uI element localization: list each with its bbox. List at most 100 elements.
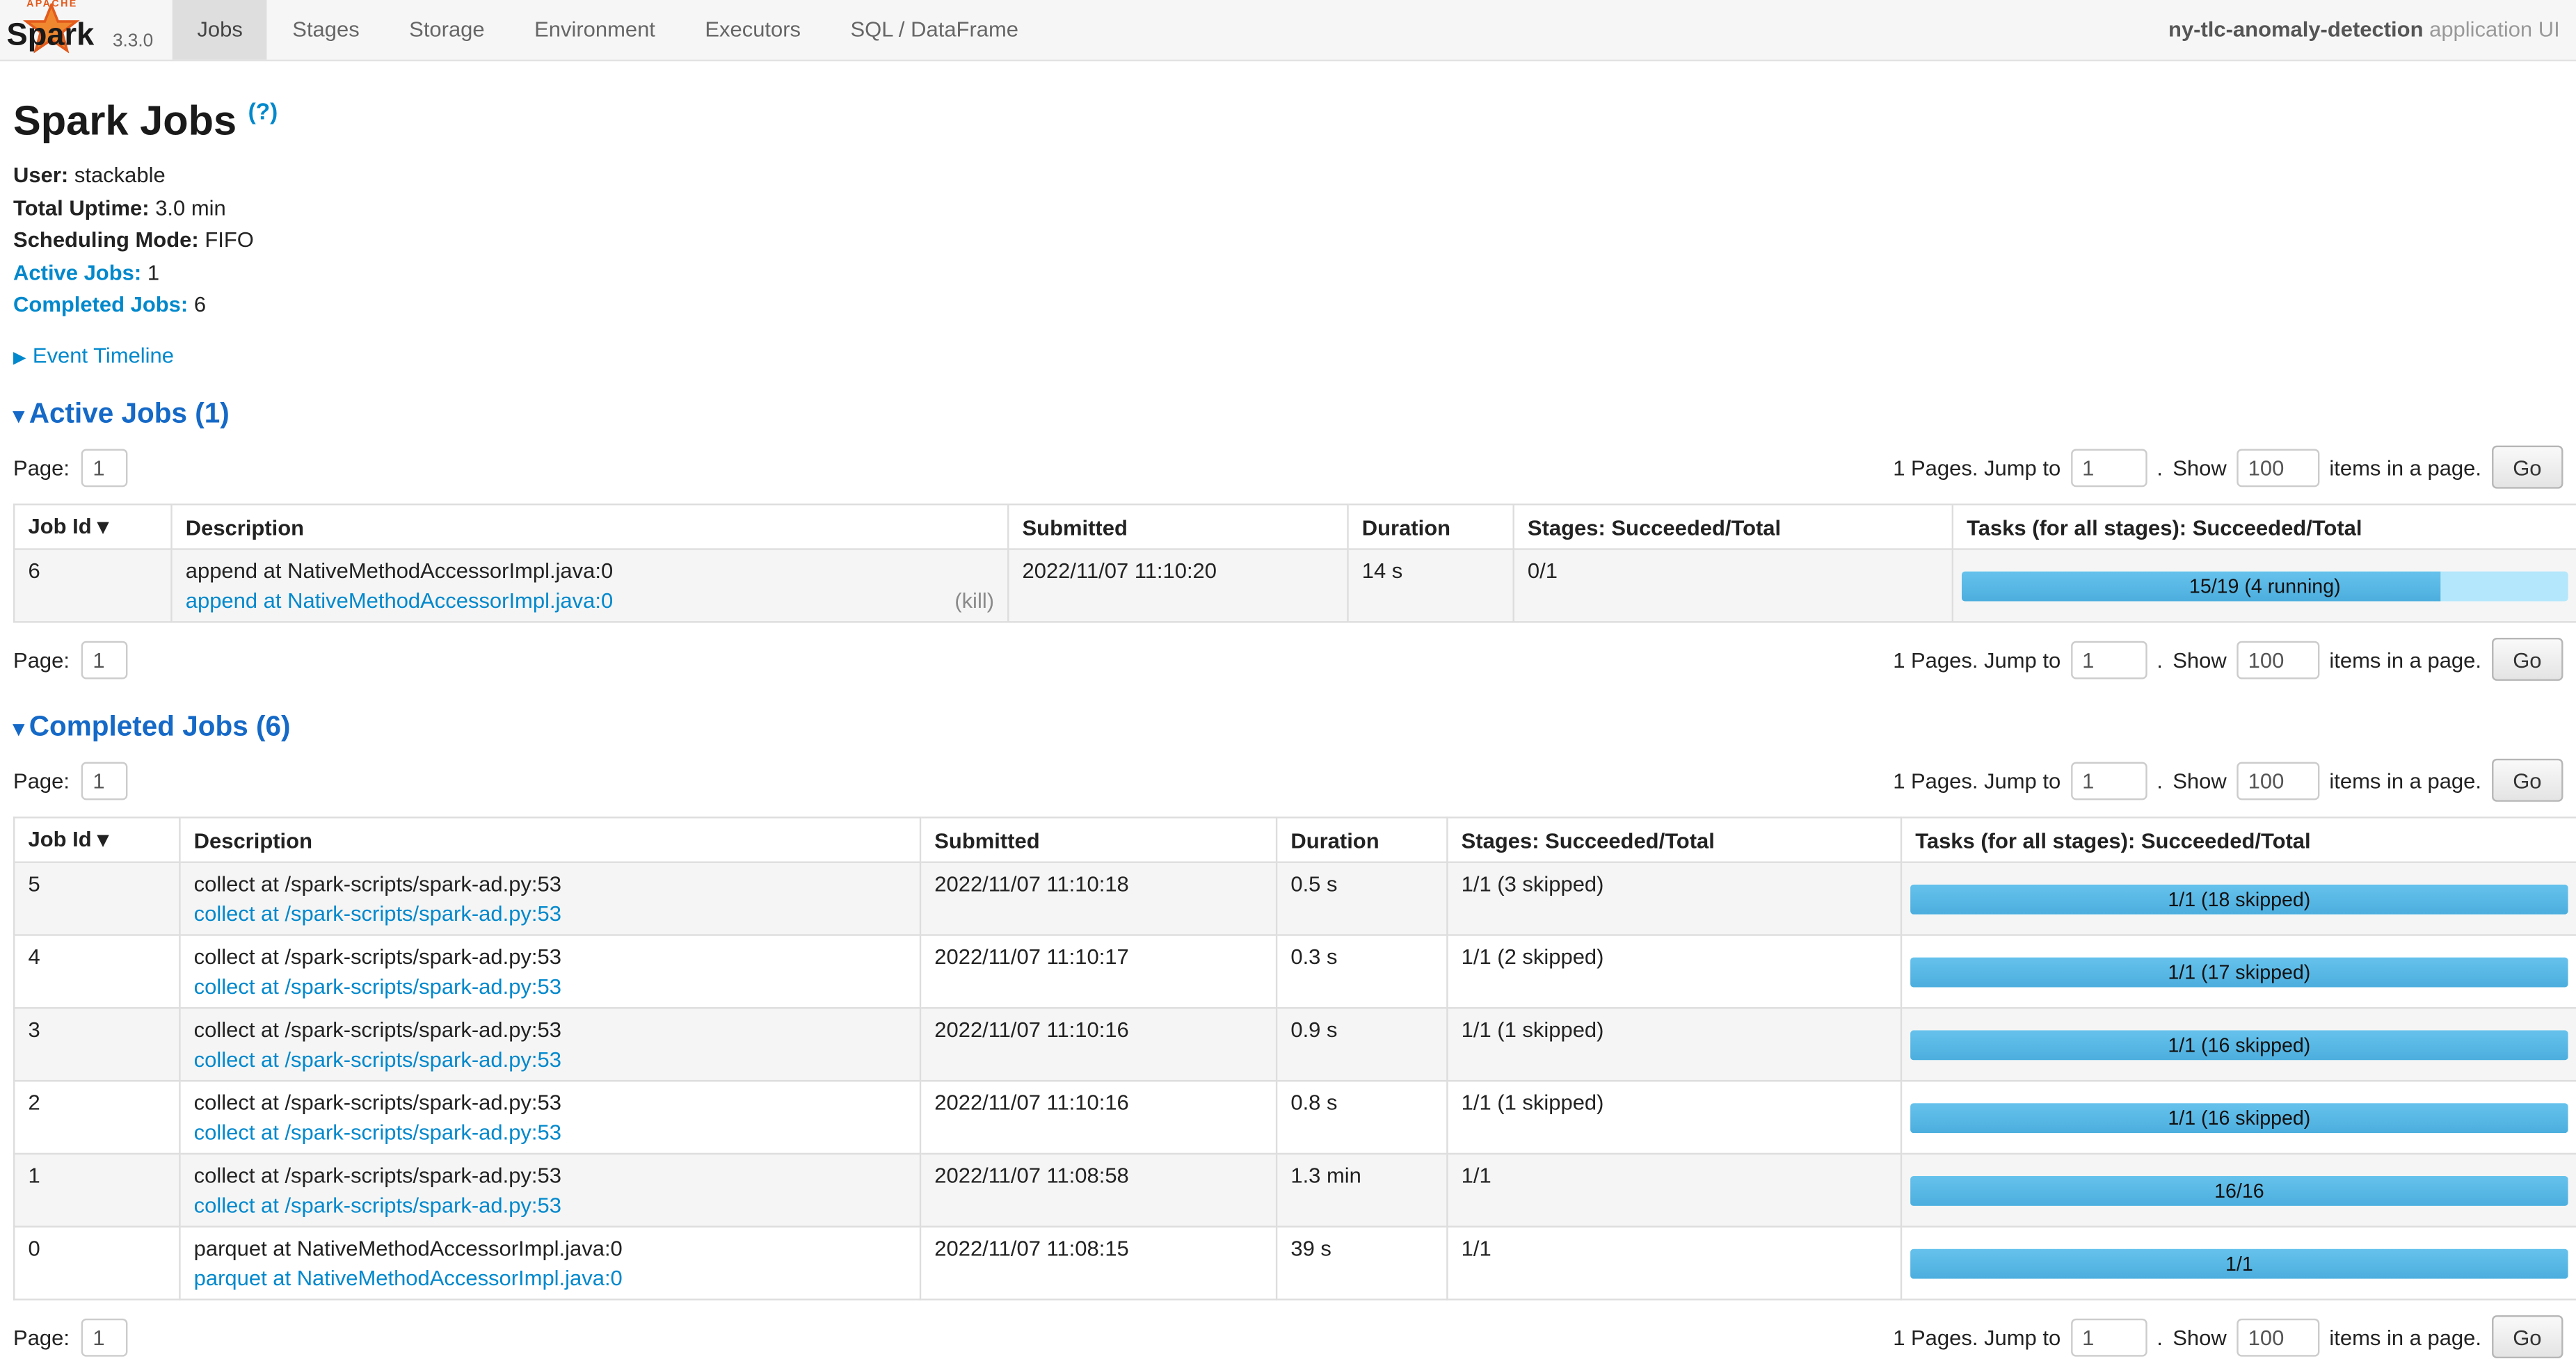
- header-job-id[interactable]: Job Id ▾: [14, 818, 179, 862]
- job-description-link[interactable]: parquet at NativeMethodAccessorImpl.java…: [194, 1266, 623, 1291]
- header-tasks[interactable]: Tasks (for all stages): Succeeded/Total: [1901, 818, 2576, 862]
- header-submitted[interactable]: Submitted: [1008, 505, 1347, 549]
- pagination-completed-bottom: Page: 1 Pages. Jump to . Show items in a…: [13, 1316, 2563, 1359]
- tab-jobs[interactable]: Jobs: [173, 0, 268, 60]
- page-number-input[interactable]: [81, 1318, 128, 1356]
- kill-link[interactable]: (kill): [954, 588, 994, 613]
- help-link[interactable]: (?): [248, 98, 278, 124]
- table-row: 2 collect at /spark-scripts/spark-ad.py:…: [14, 1081, 2576, 1155]
- header-duration[interactable]: Duration: [1277, 818, 1447, 862]
- submitted-cell: 2022/11/07 11:10:16: [920, 1081, 1277, 1155]
- tasks-cell: 16/16: [1901, 1155, 2576, 1228]
- page-number-input[interactable]: [81, 449, 128, 487]
- jump-to-page-input[interactable]: [2070, 1318, 2147, 1356]
- job-description: collect at /spark-scripts/spark-ad.py:53: [194, 944, 906, 970]
- items-per-page-input[interactable]: [2237, 1318, 2319, 1356]
- job-description: collect at /spark-scripts/spark-ad.py:53: [194, 1164, 906, 1189]
- job-description-link[interactable]: append at NativeMethodAccessorImpl.java:…: [186, 588, 613, 613]
- application-title: ny-tlc-anomaly-detection application UI: [2168, 0, 2576, 60]
- tab-executors[interactable]: Executors: [680, 0, 826, 60]
- job-description: collect at /spark-scripts/spark-ad.py:53: [194, 1091, 906, 1116]
- page-number-input[interactable]: [81, 762, 128, 800]
- items-per-page-input[interactable]: [2237, 641, 2319, 679]
- header-description[interactable]: Description: [179, 818, 920, 862]
- submitted-cell: 2022/11/07 11:08:58: [920, 1155, 1277, 1228]
- jump-to-page-input[interactable]: [2070, 641, 2147, 679]
- header-job-id[interactable]: Job Id ▾: [14, 505, 171, 549]
- section-completed-jobs[interactable]: ▾Completed Jobs (6): [13, 711, 2563, 745]
- go-button[interactable]: Go: [2491, 638, 2563, 682]
- completed-jobs-line: Completed Jobs: 6: [13, 292, 2563, 317]
- job-id-cell: 4: [14, 935, 179, 1008]
- tab-storage[interactable]: Storage: [384, 0, 509, 60]
- items-per-page-input[interactable]: [2237, 449, 2319, 487]
- tasks-progress-bar: 1/1: [1910, 1248, 2568, 1278]
- header-stages[interactable]: Stages: Succeeded/Total: [1514, 505, 1953, 549]
- job-id-cell: 1: [14, 1155, 179, 1228]
- section-active-jobs[interactable]: ▾Active Jobs (1): [13, 398, 2563, 431]
- tasks-progress-label: 1/1 (18 skipped): [1910, 884, 2568, 914]
- pagination-active-bottom: Page: 1 Pages. Jump to . Show items in a…: [13, 638, 2563, 682]
- page-number-input[interactable]: [81, 641, 128, 679]
- header-tasks[interactable]: Tasks (for all stages): Succeeded/Total: [1953, 505, 2576, 549]
- items-per-page-input[interactable]: [2237, 762, 2319, 800]
- tasks-cell: 1/1 (16 skipped): [1901, 1081, 2576, 1155]
- job-description: parquet at NativeMethodAccessorImpl.java…: [194, 1237, 906, 1262]
- go-button[interactable]: Go: [2491, 759, 2563, 803]
- completed-jobs-table: Job Id ▾ Description Submitted Duration …: [13, 817, 2576, 1301]
- table-header-row: Job Id ▾ Description Submitted Duration …: [14, 505, 2576, 549]
- user-line: User: stackable: [13, 163, 2563, 188]
- jump-to-page-input[interactable]: [2070, 449, 2147, 487]
- header-duration[interactable]: Duration: [1348, 505, 1514, 549]
- tasks-progress-label: 1/1: [1910, 1248, 2568, 1278]
- tasks-progress-label: 1/1 (16 skipped): [1910, 1103, 2568, 1133]
- jump-to-page-input[interactable]: [2070, 762, 2147, 800]
- collapse-arrow-icon: ▾: [13, 716, 24, 741]
- job-description: append at NativeMethodAccessorImpl.java:…: [186, 558, 994, 584]
- description-cell: collect at /spark-scripts/spark-ad.py:53…: [179, 1155, 920, 1228]
- tasks-cell: 1/1 (18 skipped): [1901, 862, 2576, 935]
- job-description-link[interactable]: collect at /spark-scripts/spark-ad.py:53: [194, 974, 561, 999]
- job-id-cell: 5: [14, 862, 179, 935]
- completed-jobs-link[interactable]: Completed Jobs:: [13, 292, 188, 317]
- job-id-cell: 0: [14, 1227, 179, 1300]
- page-title: Spark Jobs (?): [13, 90, 2563, 147]
- tasks-progress-bar: 15/19 (4 running): [1962, 571, 2568, 601]
- description-cell: collect at /spark-scripts/spark-ad.py:53…: [179, 862, 920, 935]
- job-description-link[interactable]: collect at /spark-scripts/spark-ad.py:53: [194, 1047, 561, 1072]
- tasks-cell: 1/1 (16 skipped): [1901, 1008, 2576, 1081]
- event-timeline-toggle[interactable]: ▶Event Timeline: [13, 344, 2563, 369]
- stages-cell: 1/1 (3 skipped): [1447, 862, 1901, 935]
- active-jobs-link[interactable]: Active Jobs:: [13, 260, 141, 285]
- tasks-progress-bar: 1/1 (18 skipped): [1910, 884, 2568, 914]
- stages-cell: 1/1: [1447, 1227, 1901, 1300]
- expand-arrow-icon: ▶: [13, 350, 26, 368]
- go-button[interactable]: Go: [2491, 1316, 2563, 1359]
- header-stages[interactable]: Stages: Succeeded/Total: [1447, 818, 1901, 862]
- pagination-active-top: Page: 1 Pages. Jump to . Show items in a…: [13, 446, 2563, 489]
- header-submitted[interactable]: Submitted: [920, 818, 1277, 862]
- application-suffix: application UI: [2423, 17, 2559, 42]
- header-description[interactable]: Description: [172, 505, 1009, 549]
- table-row: 6 append at NativeMethodAccessorImpl.jav…: [14, 549, 2576, 622]
- submitted-cell: 2022/11/07 11:10:16: [920, 1008, 1277, 1081]
- job-description: collect at /spark-scripts/spark-ad.py:53: [194, 1018, 906, 1043]
- job-id-cell: 6: [14, 549, 171, 622]
- table-row: 0 parquet at NativeMethodAccessorImpl.ja…: [14, 1227, 2576, 1300]
- submitted-cell: 2022/11/07 11:10:17: [920, 935, 1277, 1008]
- job-description-link[interactable]: collect at /spark-scripts/spark-ad.py:53: [194, 1193, 561, 1219]
- job-description-link[interactable]: collect at /spark-scripts/spark-ad.py:53: [194, 1120, 561, 1145]
- tab-environment[interactable]: Environment: [509, 0, 680, 60]
- job-id-cell: 3: [14, 1008, 179, 1081]
- tasks-progress-bar: 16/16: [1910, 1176, 2568, 1206]
- description-cell: append at NativeMethodAccessorImpl.java:…: [172, 549, 1009, 622]
- tasks-progress-label: 16/16: [1910, 1176, 2568, 1206]
- job-description-link[interactable]: collect at /spark-scripts/spark-ad.py:53: [194, 901, 561, 926]
- go-button[interactable]: Go: [2491, 446, 2563, 489]
- submitted-cell: 2022/11/07 11:08:15: [920, 1227, 1277, 1300]
- tasks-progress-bar: 1/1 (17 skipped): [1910, 957, 2568, 987]
- tab-sql-dataframe[interactable]: SQL / DataFrame: [826, 0, 1043, 60]
- tab-stages[interactable]: Stages: [268, 0, 385, 60]
- top-navbar: APACHE Spark 3.3.0 Jobs Stages Storage E…: [0, 0, 2576, 61]
- duration-cell: 0.8 s: [1277, 1081, 1447, 1155]
